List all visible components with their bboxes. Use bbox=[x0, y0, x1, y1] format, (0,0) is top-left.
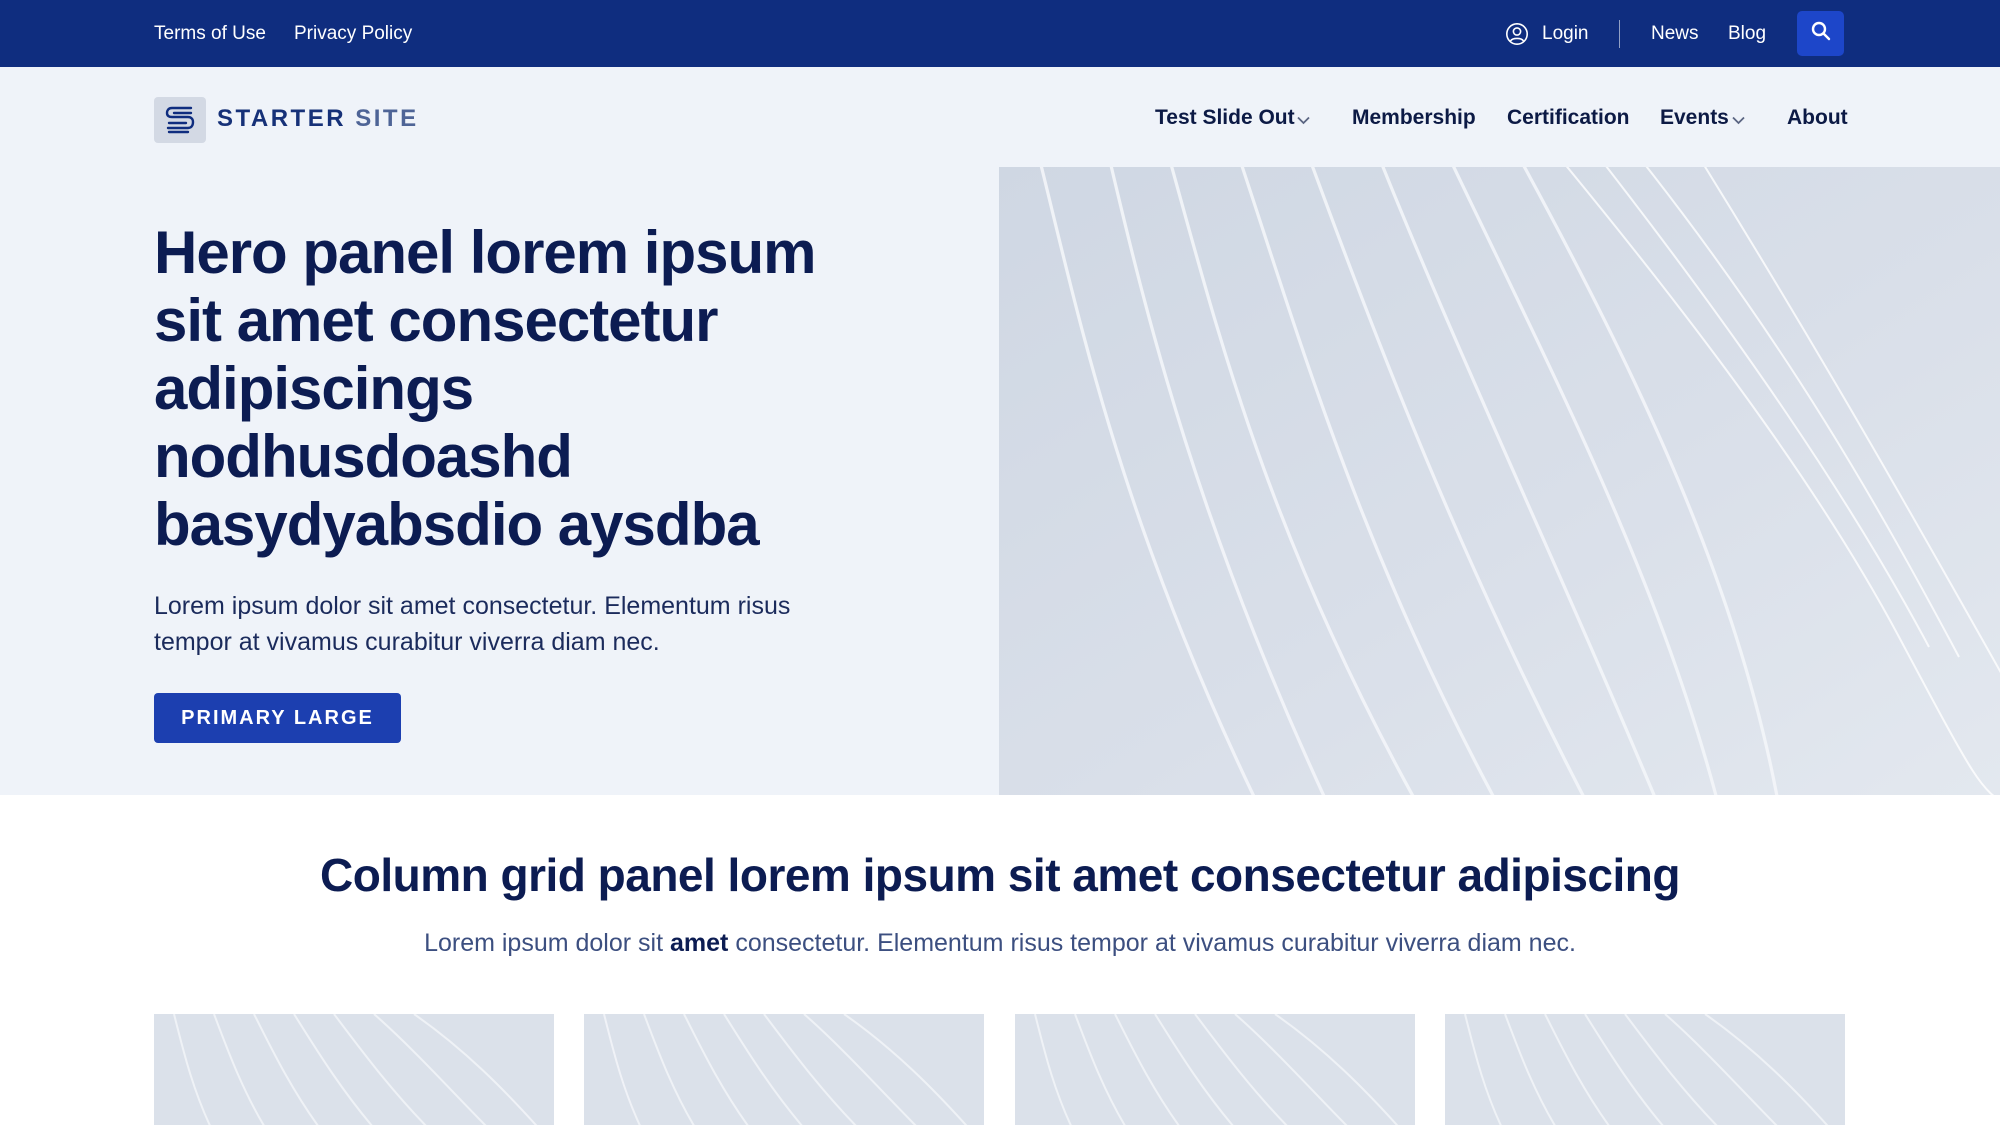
privacy-policy-link[interactable]: Privacy Policy bbox=[294, 22, 412, 46]
nav-item-events[interactable]: Events bbox=[1660, 105, 1729, 131]
news-link[interactable]: News bbox=[1651, 22, 1699, 46]
nav-item-test-slide-out[interactable]: Test Slide Out bbox=[1155, 105, 1295, 131]
terms-of-use-link[interactable]: Terms of Use bbox=[154, 22, 266, 46]
card-image[interactable] bbox=[1015, 1014, 1415, 1125]
chevron-down-icon[interactable] bbox=[1297, 112, 1310, 125]
utility-bar: Terms of Use Privacy Policy Login News B… bbox=[0, 0, 2000, 67]
hero-panel: STARTER SITE Test Slide Out Membership C… bbox=[0, 67, 2000, 795]
utility-divider bbox=[1619, 20, 1620, 48]
card-image[interactable] bbox=[154, 1014, 554, 1125]
column-grid-subtitle: Lorem ipsum dolor sit amet consectetur. … bbox=[0, 927, 2000, 959]
hero-image bbox=[999, 167, 2000, 795]
card-image[interactable] bbox=[584, 1014, 984, 1125]
login-link[interactable]: Login bbox=[1542, 22, 1589, 46]
column-grid-title: Column grid panel lorem ipsum sit amet c… bbox=[320, 849, 1681, 901]
subtitle-bold-text: amet bbox=[670, 929, 729, 957]
chevron-down-icon[interactable] bbox=[1732, 112, 1745, 125]
subtitle-text-end: consectetur. Elementum risus tempor at v… bbox=[728, 929, 1576, 957]
hero-subtitle: Lorem ipsum dolor sit amet consectetur. … bbox=[154, 592, 791, 656]
site-logo-text[interactable]: STARTER SITE bbox=[217, 104, 419, 134]
nav-item-certification[interactable]: Certification bbox=[1507, 105, 1630, 131]
logo-word-starter: STARTER bbox=[217, 105, 347, 132]
logo-word-site: SITE bbox=[355, 105, 419, 132]
card-image[interactable] bbox=[1445, 1014, 1845, 1125]
logo-icon[interactable] bbox=[154, 97, 206, 143]
user-circle-icon[interactable] bbox=[1505, 22, 1529, 46]
column-grid-panel: Column grid panel lorem ipsum sit amet c… bbox=[0, 795, 2000, 1125]
nav-item-about[interactable]: About bbox=[1787, 105, 1848, 131]
hero-title: Hero panel lorem ipsum sit amet consecte… bbox=[154, 219, 817, 558]
search-icon bbox=[1810, 20, 1832, 47]
primary-large-button[interactable]: PRIMARY LARGE bbox=[154, 693, 401, 743]
search-button[interactable] bbox=[1797, 11, 1844, 56]
nav-item-membership[interactable]: Membership bbox=[1352, 105, 1476, 131]
blog-link[interactable]: Blog bbox=[1728, 22, 1766, 46]
subtitle-text-start: Lorem ipsum dolor sit bbox=[424, 929, 670, 957]
